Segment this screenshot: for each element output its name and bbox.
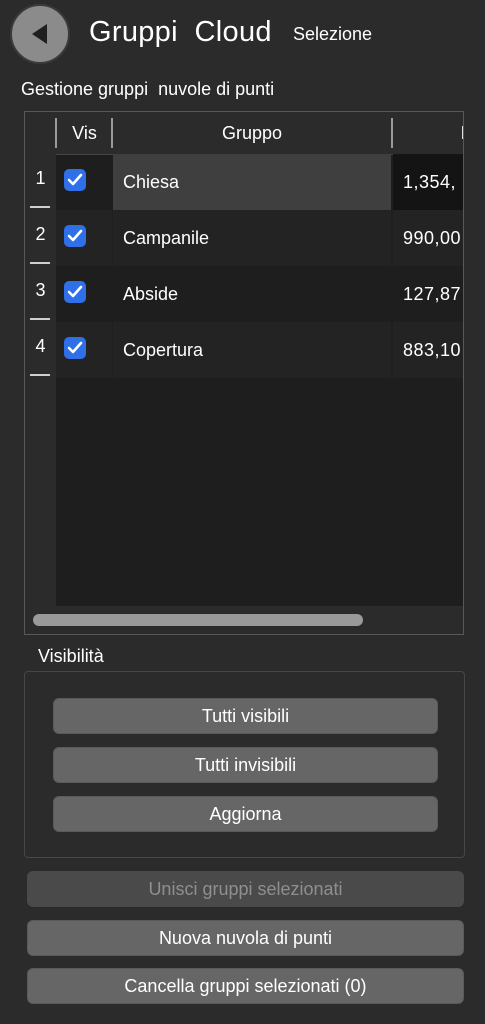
row-number: 1 (25, 154, 56, 210)
table-row[interactable]: 4 Copertura 883,10 (25, 322, 463, 378)
delete-groups-button[interactable]: Cancella gruppi selezionati (0) (27, 968, 464, 1004)
group-name-cell[interactable]: Chiesa (113, 154, 391, 210)
refresh-button[interactable]: Aggiorna (53, 796, 438, 832)
point-count-cell: 990,00 (393, 210, 463, 266)
row-number: 3 (25, 266, 56, 322)
page-subtitle: Selezione (293, 24, 373, 44)
visibility-cell (56, 266, 112, 322)
section-label: Gestione gruppi nuvole di punti (21, 79, 275, 99)
table-row[interactable]: 2 Campanile 990,00 (25, 210, 463, 266)
back-button[interactable] (10, 4, 70, 64)
point-count-cell: 883,10 (393, 322, 463, 378)
horizontal-scrollbar[interactable] (25, 606, 463, 634)
all-invisible-button[interactable]: Tutti invisibili (53, 747, 438, 783)
point-count-cell: 127,87 (403, 283, 462, 304)
visibility-checkbox[interactable] (64, 225, 86, 247)
groups-table: Vis Gruppo I 1 Chiesa 1,354, 2 Campanile… (24, 111, 464, 635)
checkmark-icon (67, 341, 83, 354)
checkmark-icon (67, 285, 83, 298)
checkmark-icon (67, 173, 83, 186)
row-number: 4 (25, 322, 56, 378)
visibility-cell (56, 210, 112, 266)
new-point-cloud-button[interactable]: Nuova nuvola di punti (27, 920, 464, 956)
all-visible-button[interactable]: Tutti visibili (53, 698, 438, 734)
group-name-cell[interactable]: Campanile (113, 210, 391, 266)
page-title: Gruppi Cloud (89, 16, 272, 48)
column-header-points[interactable]: I (393, 112, 463, 154)
visibility-checkbox[interactable] (64, 281, 86, 303)
visibility-label: Visibilità (38, 646, 104, 666)
table-row[interactable]: 3 Abside 127,87 (25, 266, 463, 322)
column-header-vis[interactable]: Vis (57, 112, 112, 154)
row-number: 2 (25, 210, 56, 266)
visibility-checkbox[interactable] (64, 337, 86, 359)
visibility-cell (56, 322, 112, 378)
back-arrow-icon (29, 22, 51, 46)
checkmark-icon (67, 229, 83, 242)
merge-groups-button[interactable]: Unisci gruppi selezionati (27, 871, 464, 907)
scrollbar-thumb[interactable] (33, 614, 363, 626)
group-name-cell[interactable]: Copertura (113, 322, 391, 378)
visibility-checkbox[interactable] (64, 169, 86, 191)
point-count-cell: 1,354, (393, 154, 463, 210)
column-header-gruppo[interactable]: Gruppo (113, 112, 391, 154)
table-header: Vis Gruppo I (25, 112, 463, 155)
visibility-cell (56, 154, 112, 210)
header: Gruppi Cloud Selezione (0, 0, 485, 72)
table-row[interactable]: 1 Chiesa 1,354, (25, 154, 463, 210)
group-name-cell[interactable]: Abside (113, 266, 391, 322)
